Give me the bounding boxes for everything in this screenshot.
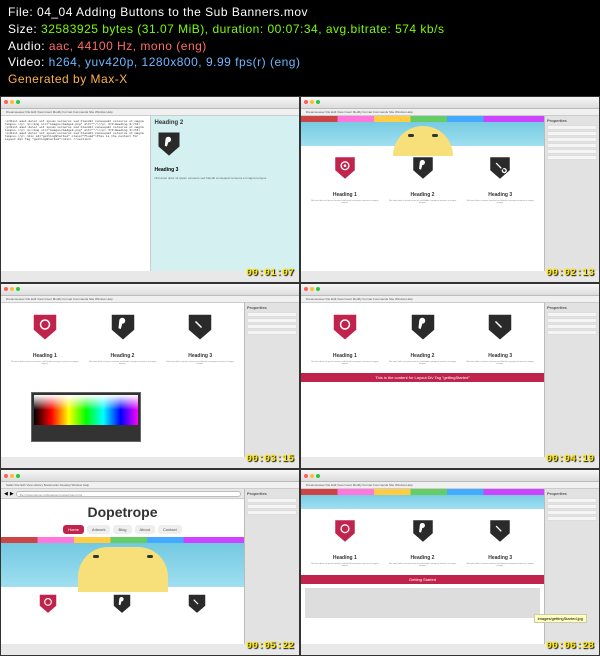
banner-row: Heading 1Nisl amet dolor sit ipsum veroe… xyxy=(301,146,544,212)
video-value: h264, yuv420p, 1280x800, 9.99 fps(r) (en… xyxy=(49,55,301,69)
site-nav: Home Artwork Blog About Contact xyxy=(1,525,244,534)
thumbnail-grid: Dreamweaver File Edit View Insert Modify… xyxy=(0,96,600,656)
thumb-6: Dreamweaver File Edit View Insert Modify… xyxy=(300,469,600,656)
file-value: 04_04 Adding Buttons to the Sub Banners.… xyxy=(37,5,308,19)
nav-about[interactable]: About xyxy=(135,525,155,534)
nav-home[interactable]: Home xyxy=(63,525,84,534)
browser-toolbar[interactable]: ◀ ▶ file:///Users/anonym/Desktop/mysite/… xyxy=(1,489,244,499)
timestamp-2: 00:02:13 xyxy=(546,268,594,279)
app-menu[interactable]: Dreamweaver File Edit View Insert Modify… xyxy=(301,296,599,303)
key-badge-icon xyxy=(410,154,436,180)
gear-badge-icon xyxy=(30,311,60,341)
timestamp-3: 00:03:15 xyxy=(246,454,294,465)
wrench-badge-icon xyxy=(186,592,208,614)
thumb-3: Dreamweaver File Edit View Insert Modify… xyxy=(0,283,300,470)
wrench-badge-icon xyxy=(487,517,513,543)
preview-heading: Heading 2 xyxy=(155,120,296,126)
window-titlebar xyxy=(301,284,599,296)
nav-artwork[interactable]: Artwork xyxy=(87,525,111,534)
safari-menu[interactable]: Safari File Edit View History Bookmarks … xyxy=(1,482,299,489)
url-field[interactable]: file:///Users/anonym/Desktop/mysite/inde… xyxy=(16,491,241,497)
gear-badge-icon xyxy=(332,517,358,543)
shield-icon xyxy=(155,129,183,157)
nav-contact[interactable]: Contact xyxy=(158,525,182,534)
app-menu[interactable]: Dreamweaver File Edit View Insert Modify… xyxy=(301,109,599,116)
monster-illustration xyxy=(78,547,168,592)
back-icon[interactable]: ◀ xyxy=(4,491,8,497)
thumb-1: Dreamweaver File Edit View Insert Modify… xyxy=(0,96,300,283)
timestamp-4: 00:04:19 xyxy=(546,454,594,465)
properties-panel[interactable]: Properties xyxy=(244,489,299,644)
audio-label: Audio: xyxy=(8,39,45,53)
key-badge-icon xyxy=(111,592,133,614)
monster-illustration xyxy=(393,126,453,156)
timestamp-6: 00:06:28 xyxy=(546,641,594,652)
window-titlebar xyxy=(1,284,299,296)
properties-panel[interactable]: Properties xyxy=(244,303,299,458)
window-titlebar xyxy=(1,470,299,482)
timestamp-1: 00:01:07 xyxy=(246,268,294,279)
key-badge-icon xyxy=(410,517,436,543)
properties-panel[interactable]: Properties xyxy=(544,116,599,271)
app-menu[interactable]: Dreamweaver File Edit View Insert Modify… xyxy=(1,109,299,116)
size-value: 32583925 bytes (31.07 MiB), duration: 00… xyxy=(41,22,444,36)
thumb-5: Safari File Edit View History Bookmarks … xyxy=(0,469,300,656)
window-titlebar xyxy=(301,470,599,482)
key-badge-icon xyxy=(108,311,138,341)
nav-blog[interactable]: Blog xyxy=(113,525,131,534)
app-menu[interactable]: Dreamweaver File Edit View Insert Modify… xyxy=(1,296,299,303)
banner-row: Heading 1Nisl amet dolor sit ipsum veroe… xyxy=(1,303,244,373)
banner-heading: Heading 2 xyxy=(387,192,459,198)
gear-badge-icon xyxy=(332,154,358,180)
wrench-badge-icon xyxy=(485,311,515,341)
getting-started-bar: Getting Started xyxy=(301,575,544,584)
banner-heading: Heading 1 xyxy=(309,192,381,198)
timestamp-5: 00:05:22 xyxy=(246,641,294,652)
wrench-badge-icon xyxy=(185,311,215,341)
app-menu[interactable]: Dreamweaver File Edit View Insert Modify… xyxy=(301,482,599,489)
size-label: Size: xyxy=(8,22,37,36)
color-picker-panel[interactable] xyxy=(31,392,141,442)
live-preview: Heading 2 Heading 3 Nisl amet dolor sit … xyxy=(151,116,300,271)
wrench-badge-icon xyxy=(487,154,513,180)
file-info-block: File: 04_04 Adding Buttons to the Sub Ba… xyxy=(0,0,600,96)
file-label: File: xyxy=(8,5,33,19)
forward-icon[interactable]: ▶ xyxy=(10,491,14,497)
thumb-4: Dreamweaver File Edit View Insert Modify… xyxy=(300,283,600,470)
key-badge-icon xyxy=(408,311,438,341)
preview-lorem: Nisl amet dolor sit ipsum veroeros sed b… xyxy=(155,176,296,180)
video-label: Video: xyxy=(8,55,45,69)
thumb-2: Dreamweaver File Edit View Insert Modify… xyxy=(300,96,600,283)
window-titlebar xyxy=(301,97,599,109)
gear-badge-icon xyxy=(330,311,360,341)
banner-heading: Heading 3 xyxy=(464,192,536,198)
properties-panel[interactable]: Properties xyxy=(544,303,599,458)
banner-row: Heading 1Nisl amet dolor sit ipsum veroe… xyxy=(301,509,544,575)
banner-row: Heading 1Nisl amet dolor sit ipsum veroe… xyxy=(301,303,544,373)
image-placeholder[interactable] xyxy=(305,588,540,618)
getting-started-bar: This is the content for Layout Div Tag "… xyxy=(301,373,544,382)
tooltip: images/gettingStarted.jpg xyxy=(534,614,587,623)
gear-badge-icon xyxy=(37,592,59,614)
generated-by: Generated by Max-X xyxy=(8,72,128,86)
preview-h3: Heading 3 xyxy=(155,167,296,173)
code-editor[interactable]: <p>Nisl amet dolor sit ipsum veroeros se… xyxy=(1,116,151,271)
window-titlebar xyxy=(1,97,299,109)
audio-value: aac, 44100 Hz, mono (eng) xyxy=(49,39,207,53)
site-title: Dopetrope xyxy=(1,499,244,525)
